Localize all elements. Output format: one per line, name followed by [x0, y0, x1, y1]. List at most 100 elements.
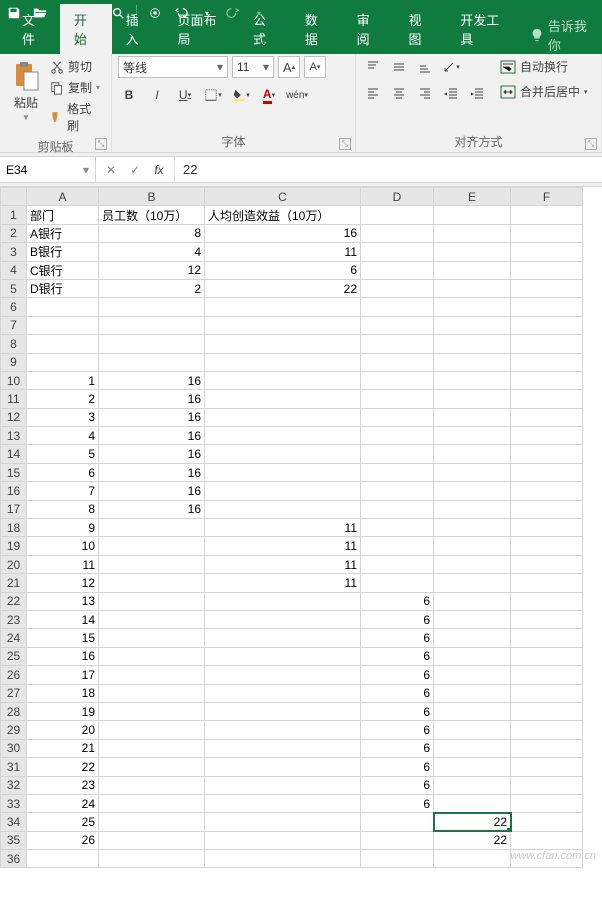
tab-view[interactable]: 视图 — [394, 4, 446, 54]
cell-D16[interactable] — [361, 482, 434, 500]
cell-F10[interactable] — [511, 371, 583, 389]
cell-F20[interactable] — [511, 555, 583, 573]
cell-B29[interactable] — [99, 721, 205, 739]
cell-E6[interactable] — [434, 298, 511, 316]
shrink-font-button[interactable]: A▾ — [304, 56, 326, 78]
row-header-16[interactable]: 16 — [1, 482, 27, 500]
cell-E13[interactable] — [434, 427, 511, 445]
cell-B9[interactable] — [99, 353, 205, 371]
row-header-18[interactable]: 18 — [1, 519, 27, 537]
cell-F26[interactable] — [511, 666, 583, 684]
cell-B22[interactable] — [99, 592, 205, 610]
cell-A4[interactable]: C银行 — [27, 261, 99, 279]
cancel-icon[interactable]: ✕ — [100, 160, 122, 180]
cell-E18[interactable] — [434, 519, 511, 537]
copy-button[interactable]: 复制▾ — [46, 77, 105, 98]
row-header-22[interactable]: 22 — [1, 592, 27, 610]
cell-F36[interactable] — [511, 850, 583, 868]
col-header-B[interactable]: B — [99, 188, 205, 206]
cell-D27[interactable]: 6 — [361, 684, 434, 702]
cell-E9[interactable] — [434, 353, 511, 371]
align-center-button[interactable] — [388, 82, 410, 104]
cell-A27[interactable]: 18 — [27, 684, 99, 702]
cell-B23[interactable] — [99, 610, 205, 628]
cell-D26[interactable]: 6 — [361, 666, 434, 684]
cell-D15[interactable] — [361, 463, 434, 481]
cell-D23[interactable]: 6 — [361, 610, 434, 628]
cell-C28[interactable] — [205, 702, 361, 720]
cell-B27[interactable] — [99, 684, 205, 702]
cell-C8[interactable] — [205, 335, 361, 353]
cell-F30[interactable] — [511, 739, 583, 757]
italic-button[interactable]: I — [146, 84, 168, 106]
cell-E32[interactable] — [434, 776, 511, 794]
redo-dropdown[interactable]: ▾ — [251, 5, 267, 21]
cell-B5[interactable]: 2 — [99, 279, 205, 297]
cell-E29[interactable] — [434, 721, 511, 739]
row-header-33[interactable]: 33 — [1, 794, 27, 812]
cell-F14[interactable] — [511, 445, 583, 463]
cell-F35[interactable] — [511, 831, 583, 849]
cell-D5[interactable] — [361, 279, 434, 297]
cell-B31[interactable] — [99, 758, 205, 776]
cell-E8[interactable] — [434, 335, 511, 353]
cell-D1[interactable] — [361, 206, 434, 224]
row-header-14[interactable]: 14 — [1, 445, 27, 463]
cell-F29[interactable] — [511, 721, 583, 739]
cell-C10[interactable] — [205, 371, 361, 389]
cell-C14[interactable] — [205, 445, 361, 463]
cell-B20[interactable] — [99, 555, 205, 573]
tab-review[interactable]: 审阅 — [343, 4, 395, 54]
cell-F23[interactable] — [511, 610, 583, 628]
cell-B4[interactable]: 12 — [99, 261, 205, 279]
cell-E25[interactable] — [434, 647, 511, 665]
cell-D3[interactable] — [361, 243, 434, 261]
tab-data[interactable]: 数据 — [291, 4, 343, 54]
cell-C13[interactable] — [205, 427, 361, 445]
cell-E1[interactable] — [434, 206, 511, 224]
cell-F25[interactable] — [511, 647, 583, 665]
cell-C29[interactable] — [205, 721, 361, 739]
cell-F2[interactable] — [511, 224, 583, 242]
cell-D2[interactable] — [361, 224, 434, 242]
cell-C36[interactable] — [205, 850, 361, 868]
grow-font-button[interactable]: A▴ — [278, 56, 300, 78]
cell-E33[interactable] — [434, 794, 511, 812]
clipboard-dialog-icon[interactable]: ⤡ — [95, 138, 107, 150]
cell-C9[interactable] — [205, 353, 361, 371]
cell-B10[interactable]: 16 — [99, 371, 205, 389]
cell-E26[interactable] — [434, 666, 511, 684]
align-middle-button[interactable] — [388, 56, 410, 78]
row-header-30[interactable]: 30 — [1, 739, 27, 757]
orientation-button[interactable]: ▾ — [440, 56, 462, 78]
tab-insert[interactable]: 插入 — [112, 4, 164, 54]
cell-A2[interactable]: A银行 — [27, 224, 99, 242]
cell-F22[interactable] — [511, 592, 583, 610]
bold-button[interactable]: B — [118, 84, 140, 106]
cell-F13[interactable] — [511, 427, 583, 445]
cell-B1[interactable]: 员工数（10万） — [99, 206, 205, 224]
row-header-36[interactable]: 36 — [1, 850, 27, 868]
row-header-28[interactable]: 28 — [1, 702, 27, 720]
cell-F16[interactable] — [511, 482, 583, 500]
enter-icon[interactable]: ✓ — [124, 160, 146, 180]
row-header-35[interactable]: 35 — [1, 831, 27, 849]
align-bottom-button[interactable] — [414, 56, 436, 78]
align-dialog-icon[interactable]: ⤡ — [585, 138, 597, 150]
wrap-text-button[interactable]: 自动换行 — [496, 56, 592, 77]
row-header-7[interactable]: 7 — [1, 316, 27, 334]
cell-D25[interactable]: 6 — [361, 647, 434, 665]
font-name-combo[interactable]: 等线▾ — [118, 56, 228, 78]
cell-D6[interactable] — [361, 298, 434, 316]
cell-B14[interactable]: 16 — [99, 445, 205, 463]
cell-E34[interactable]: 22 — [434, 813, 511, 831]
cell-C12[interactable] — [205, 408, 361, 426]
cell-C16[interactable] — [205, 482, 361, 500]
cell-E20[interactable] — [434, 555, 511, 573]
row-header-2[interactable]: 2 — [1, 224, 27, 242]
cell-D4[interactable] — [361, 261, 434, 279]
indent-dec-button[interactable] — [440, 82, 462, 104]
col-header-F[interactable]: F — [511, 188, 583, 206]
merge-center-button[interactable]: 合并后居中▾ — [496, 81, 592, 102]
cell-B3[interactable]: 4 — [99, 243, 205, 261]
